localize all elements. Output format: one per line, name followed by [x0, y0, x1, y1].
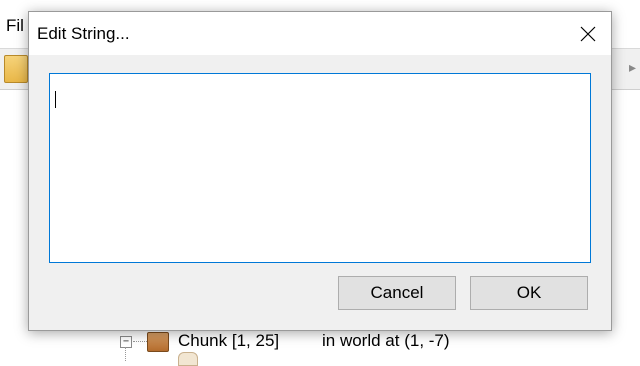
- tree-row-label: Chunk [1, 25]: [178, 331, 280, 350]
- close-icon: [580, 26, 596, 41]
- next-row-icon: [178, 352, 198, 366]
- chunk-icon: [147, 332, 169, 352]
- string-input[interactable]: [49, 73, 591, 263]
- edit-string-dialog: Edit String... Cancel OK: [28, 11, 612, 331]
- text-caret: [55, 91, 56, 108]
- folder-icon[interactable]: [4, 55, 28, 83]
- toolbar-overflow-icon[interactable]: ▸: [629, 59, 636, 76]
- tree-row[interactable]: − Chunk [1, 25] in world at (1, -7): [116, 330, 536, 361]
- menu-file[interactable]: Fil: [6, 16, 24, 36]
- tree-connector-vertical: [125, 347, 126, 361]
- tree-connector: [133, 341, 147, 342]
- collapse-icon[interactable]: −: [120, 336, 132, 348]
- dialog-title: Edit String...: [37, 24, 130, 43]
- ok-button[interactable]: OK: [470, 276, 588, 310]
- dialog-titlebar[interactable]: Edit String...: [29, 12, 611, 55]
- tree-row-description: in world at (1, -7): [322, 331, 450, 350]
- close-button[interactable]: [565, 12, 611, 55]
- cancel-button[interactable]: Cancel: [338, 276, 456, 310]
